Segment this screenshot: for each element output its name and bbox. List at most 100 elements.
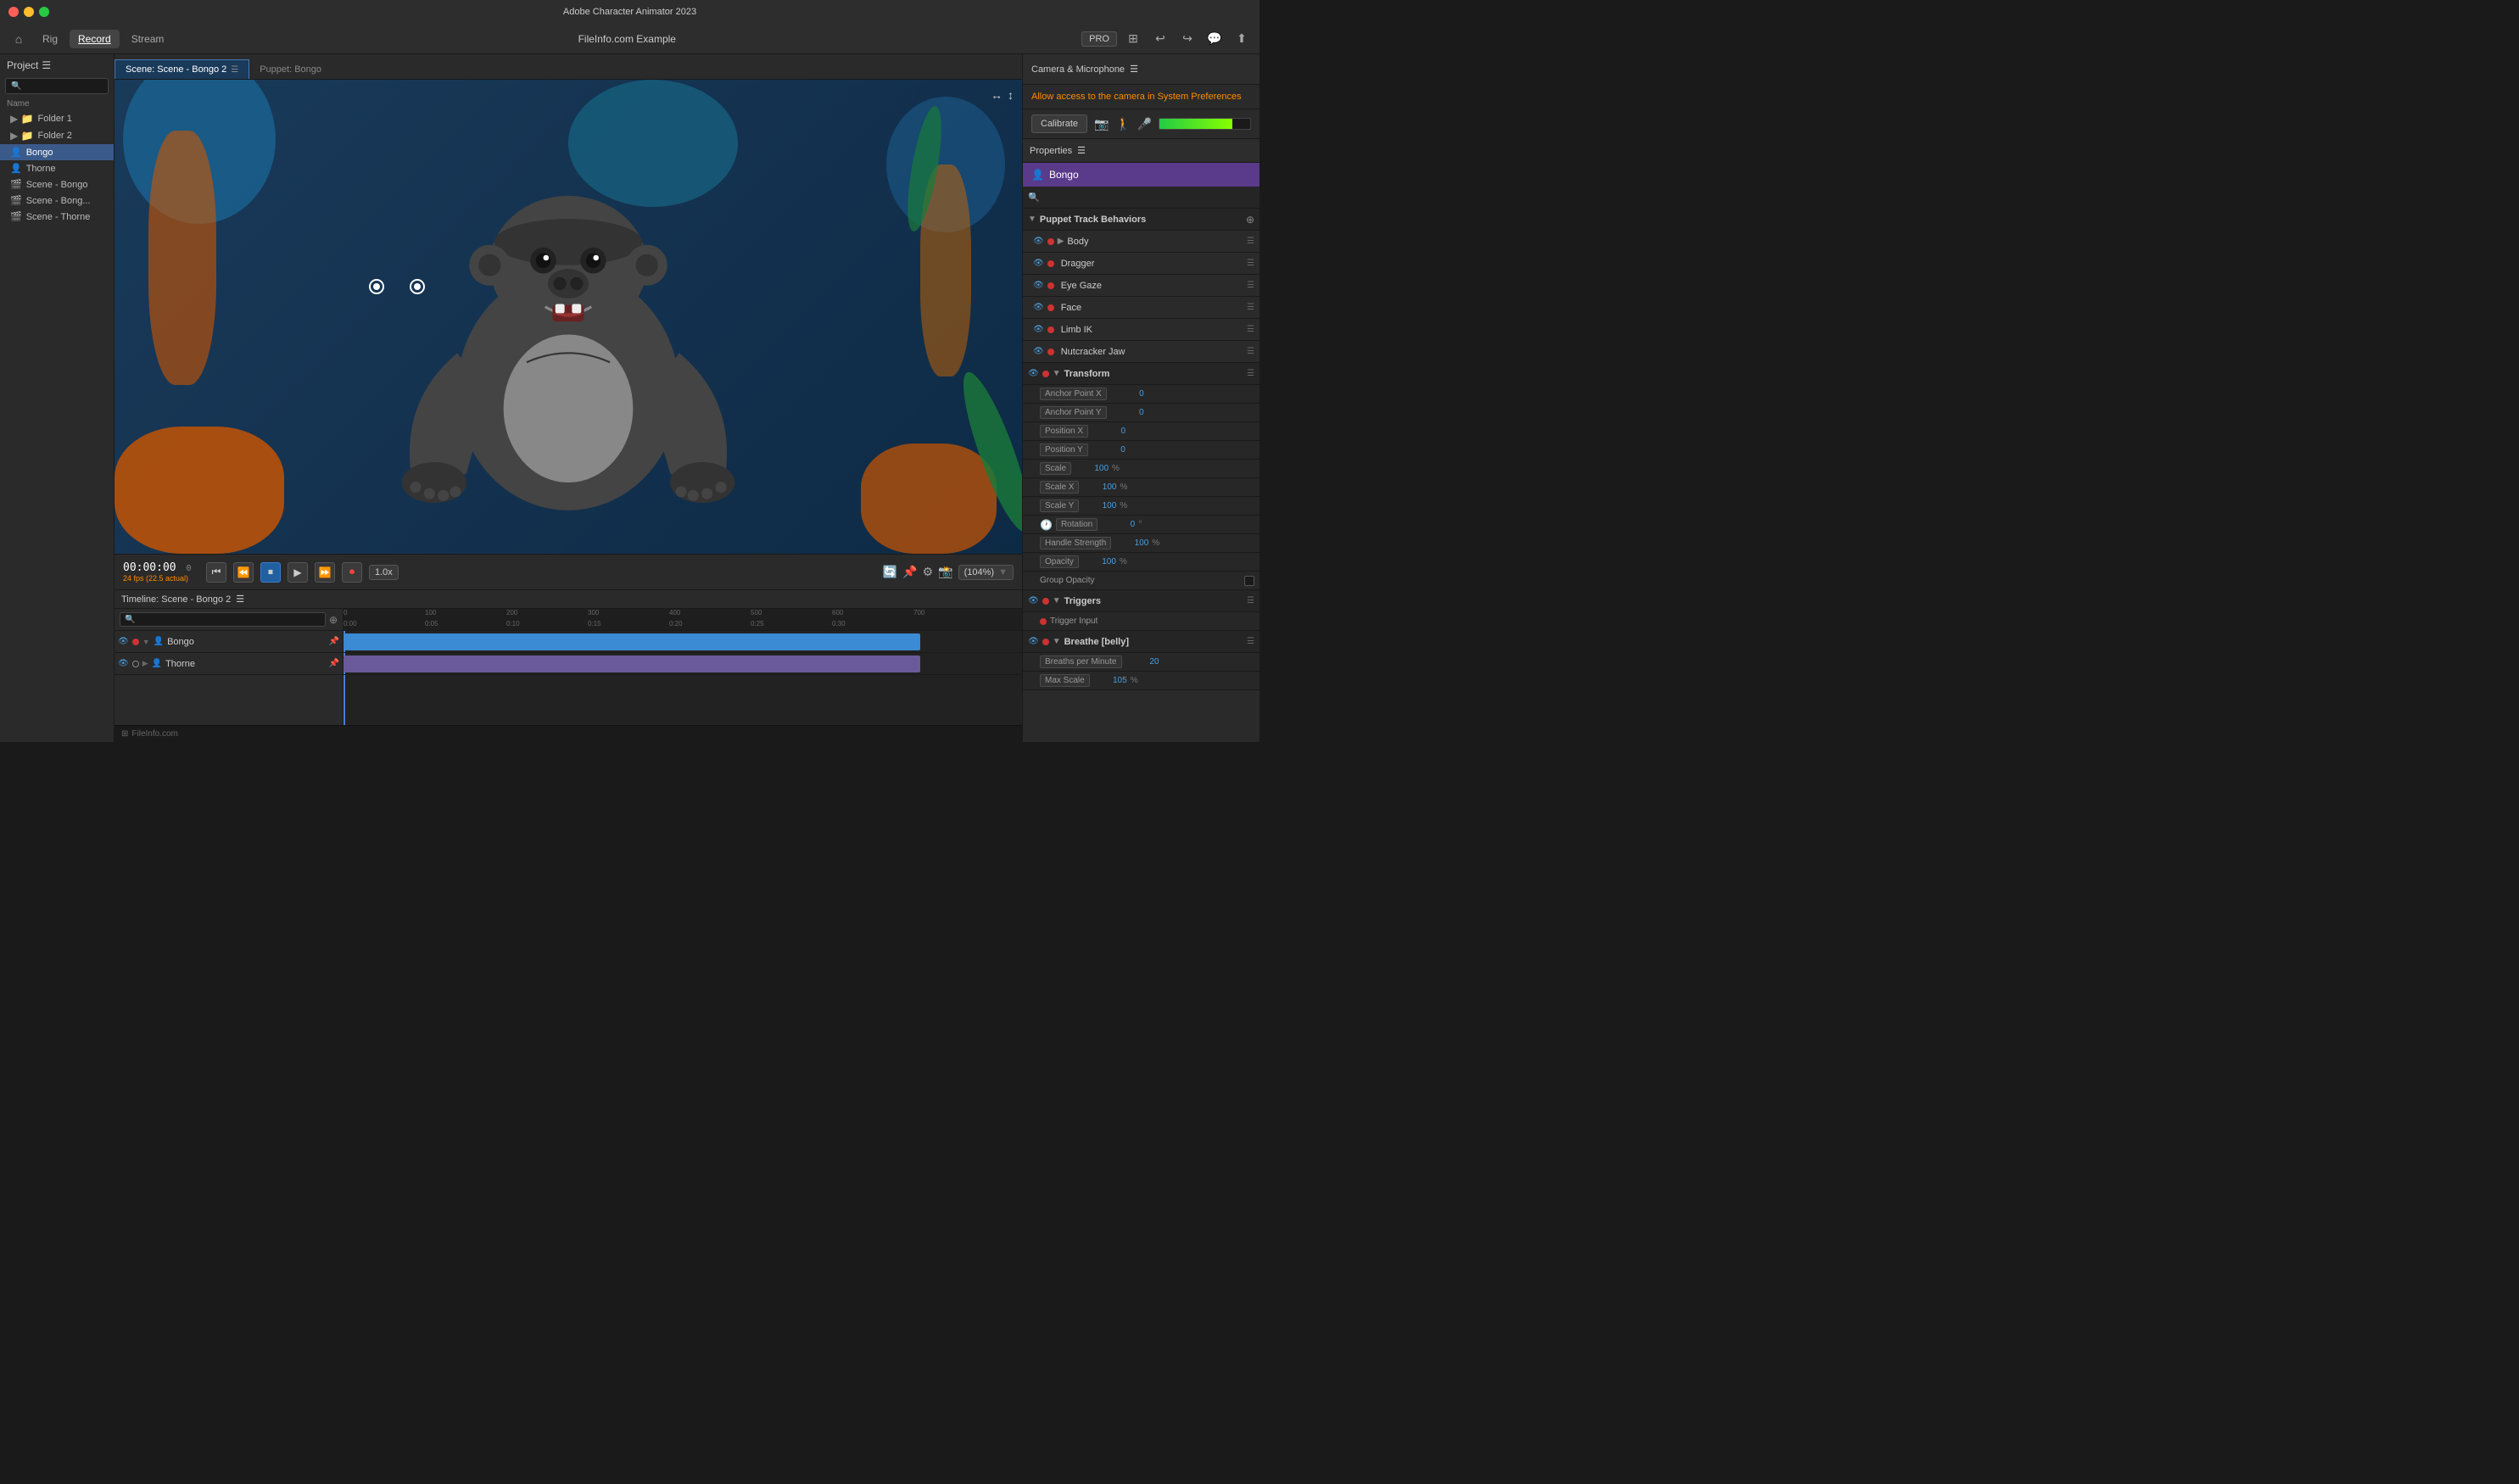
bongo-clip[interactable] [344, 633, 920, 650]
triggers-section-header[interactable]: 👁 ▼ Triggers ☰ [1023, 590, 1260, 612]
calibrate-button[interactable]: Calibrate [1031, 114, 1087, 133]
redo-icon[interactable]: ↪ [1176, 28, 1198, 50]
scene-tab-bongo2[interactable]: Scene: Scene - Bongo 2 ☰ [114, 59, 249, 79]
behavior-dragger[interactable]: 👁 Dragger ☰ [1023, 253, 1260, 275]
group-opacity-checkbox[interactable] [1244, 576, 1254, 586]
project-item-scene-bongo[interactable]: 🎬 Scene - Bongo [0, 176, 114, 192]
breathe-section-header[interactable]: 👁 ▼ Breathe [belly] ☰ [1023, 631, 1260, 653]
loop-icon[interactable]: 🔄 [883, 565, 897, 579]
export-icon[interactable]: ⬆ [1231, 28, 1253, 50]
layout-icon[interactable]: ⊞ [1122, 28, 1144, 50]
transform-visibility-icon[interactable]: 👁 [1028, 369, 1039, 378]
add-track-icon[interactable]: ⊕ [329, 614, 338, 626]
triggers-menu-icon[interactable]: ☰ [1247, 596, 1254, 605]
scale-x-label[interactable]: Scale X [1040, 481, 1079, 494]
face-visibility-icon[interactable]: 👁 [1033, 303, 1044, 312]
properties-menu-icon[interactable]: ☰ [1077, 145, 1086, 156]
thorne-expand-icon[interactable]: ▶ [142, 659, 148, 668]
bongo-track-record-icon[interactable]: 📌 [329, 637, 339, 646]
body-behavior-menu[interactable]: ☰ [1247, 237, 1254, 246]
play-button[interactable]: ▶ [288, 562, 308, 583]
project-item-folder1[interactable]: ▶ 📁 Folder 1 [0, 110, 114, 127]
thorne-clip[interactable] [344, 656, 920, 672]
resize-horizontal-icon[interactable]: ↔ [991, 88, 1003, 102]
close-button[interactable] [8, 7, 19, 17]
project-item-folder2[interactable]: ▶ 📁 Folder 2 [0, 127, 114, 144]
minimize-button[interactable] [24, 7, 34, 17]
behavior-nutcracker-jaw[interactable]: 👁 Nutcracker Jaw ☰ [1023, 341, 1260, 363]
project-item-thorne[interactable]: 👤 Thorne [0, 160, 114, 176]
behavior-eye-gaze[interactable]: 👁 Eye Gaze ☰ [1023, 275, 1260, 297]
breaths-per-minute-label[interactable]: Breaths per Minute [1040, 656, 1122, 668]
left-eye-control[interactable] [369, 279, 384, 294]
behavior-face[interactable]: 👁 Face ☰ [1023, 297, 1260, 319]
timeline-search-input[interactable] [120, 612, 326, 627]
puppet-track-behaviors-header[interactable]: ▼ Puppet Track Behaviors ⊕ [1023, 209, 1260, 231]
scale-label[interactable]: Scale [1040, 462, 1071, 475]
handle-strength-label[interactable]: Handle Strength [1040, 537, 1111, 550]
project-search-input[interactable] [5, 78, 109, 94]
face-behavior-menu[interactable]: ☰ [1247, 303, 1254, 312]
triggers-visibility-icon[interactable]: 👁 [1028, 596, 1039, 605]
nutcracker-jaw-visibility-icon[interactable]: 👁 [1033, 347, 1044, 356]
puppet-search-input[interactable] [1028, 192, 1254, 203]
eye-gaze-behavior-menu[interactable]: ☰ [1247, 281, 1254, 290]
position-y-label[interactable]: Position Y [1040, 444, 1088, 456]
tab-rig[interactable]: Rig [34, 30, 66, 48]
body-expand-icon[interactable]: ▶ [1058, 237, 1064, 246]
project-menu-icon[interactable]: ☰ [42, 59, 51, 71]
speed-display[interactable]: 1.0x [369, 565, 399, 580]
tab-stream[interactable]: Stream [123, 30, 173, 48]
home-icon[interactable]: ⌂ [7, 27, 31, 51]
bongo-visibility-icon[interactable]: 👁 [118, 637, 129, 646]
anchor-point-y-label[interactable]: Anchor Point Y [1040, 406, 1107, 419]
transform-expand-icon[interactable]: ▼ [1053, 369, 1061, 378]
scale-y-label[interactable]: Scale Y [1040, 499, 1079, 512]
triggers-expand-icon[interactable]: ▼ [1053, 596, 1061, 605]
rotation-label[interactable]: Rotation [1056, 518, 1098, 531]
thorne-visibility-icon[interactable]: 👁 [118, 659, 129, 668]
skip-to-start-button[interactable]: ⏮ [206, 562, 226, 583]
nutcracker-jaw-behavior-menu[interactable]: ☰ [1247, 347, 1254, 356]
resize-icon[interactable]: ↕ [1008, 88, 1014, 102]
behavior-limb-ik[interactable]: 👁 Limb IK ☰ [1023, 319, 1260, 341]
breathe-expand-icon[interactable]: ▼ [1053, 637, 1061, 646]
comment-icon[interactable]: 💬 [1204, 28, 1226, 50]
undo-icon[interactable]: ↩ [1149, 28, 1171, 50]
webcam-icon[interactable]: 📸 [938, 565, 952, 579]
thorne-track-record-icon[interactable]: 📌 [329, 659, 339, 668]
puppet-pin-icon[interactable]: 📌 [902, 565, 917, 579]
bongo-expand-icon[interactable]: ▼ [142, 638, 150, 646]
cam-mic-menu-icon[interactable]: ☰ [1130, 64, 1138, 75]
behavior-body[interactable]: 👁 ▶ Body ☰ [1023, 231, 1260, 253]
tab-record[interactable]: Record [70, 30, 120, 48]
project-item-bongo[interactable]: 👤 Bongo [0, 144, 114, 160]
max-scale-label[interactable]: Max Scale [1040, 674, 1090, 687]
limb-ik-behavior-menu[interactable]: ☰ [1247, 325, 1254, 334]
stop-button[interactable]: ⏹ [260, 562, 281, 583]
dragger-behavior-menu[interactable]: ☰ [1247, 259, 1254, 268]
body-visibility-icon[interactable]: 👁 [1033, 237, 1044, 246]
breathe-menu-icon[interactable]: ☰ [1247, 637, 1254, 646]
timeline-menu-icon[interactable]: ☰ [236, 594, 244, 605]
record-button[interactable]: ⏺ [342, 562, 362, 583]
opacity-label[interactable]: Opacity [1040, 555, 1079, 568]
record-settings-icon[interactable]: ⚙ [923, 565, 934, 579]
eye-gaze-visibility-icon[interactable]: 👁 [1033, 281, 1044, 290]
track-row-bongo[interactable]: 👁 ▼ 👤 Bongo 📌 [114, 631, 343, 653]
limb-ik-visibility-icon[interactable]: 👁 [1033, 325, 1044, 334]
next-frame-button[interactable]: ⏩ [315, 562, 335, 583]
right-eye-control[interactable] [410, 279, 425, 294]
transform-menu-icon[interactable]: ☰ [1247, 369, 1254, 378]
add-behavior-button[interactable]: ⊕ [1246, 214, 1254, 226]
breathe-visibility-icon[interactable]: 👁 [1028, 637, 1039, 646]
project-item-scene-bongo2[interactable]: 🎬 Scene - Bong... [0, 192, 114, 209]
anchor-point-x-label[interactable]: Anchor Point X [1040, 388, 1107, 400]
scene-tab-menu-icon[interactable]: ☰ [231, 65, 238, 75]
track-row-thorne[interactable]: 👁 ▶ 👤 Thorne 📌 [114, 653, 343, 675]
zoom-display[interactable]: (104%) ▼ [958, 565, 1014, 580]
transform-section-header[interactable]: 👁 ▼ Transform ☰ [1023, 363, 1260, 385]
maximize-button[interactable] [39, 7, 49, 17]
previous-frame-button[interactable]: ⏪ [233, 562, 254, 583]
project-item-scene-thorne[interactable]: 🎬 Scene - Thorne [0, 209, 114, 225]
